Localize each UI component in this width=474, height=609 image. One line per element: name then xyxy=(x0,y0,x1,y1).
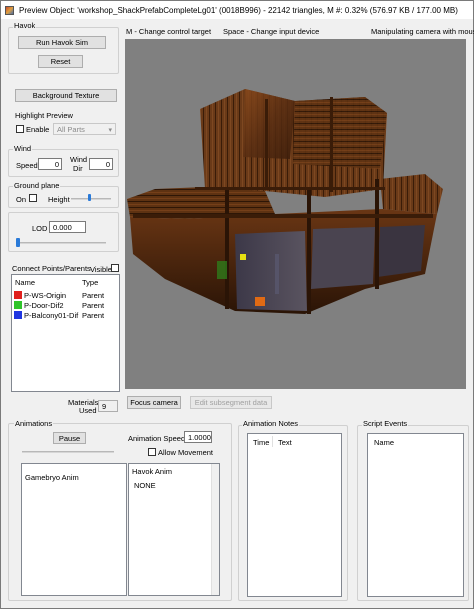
column-header-text[interactable]: Text xyxy=(278,438,292,447)
chevron-down-icon: ▾ xyxy=(108,127,112,134)
lod-input[interactable]: 0.000 xyxy=(49,221,86,233)
highlight-parts-value: All Parts xyxy=(57,124,85,134)
connect-visible-label: Visible xyxy=(90,265,112,274)
connect-row-1[interactable]: P-Door-Dif2 Parent xyxy=(14,301,118,311)
connect-visible-checkbox[interactable] xyxy=(111,264,119,272)
wind-speed-label: Speed xyxy=(16,161,38,170)
focus-camera-button[interactable]: Focus camera xyxy=(127,396,181,409)
animation-notes-label: Animation Notes xyxy=(242,419,300,428)
highlight-preview-label: Highlight Preview xyxy=(15,111,73,120)
header-divider xyxy=(272,436,273,447)
column-header-name[interactable]: Name xyxy=(15,278,35,287)
animation-speed-label: Animation Speed xyxy=(128,434,186,443)
connect-row-type: Parent xyxy=(82,291,105,300)
animations-label: Animations xyxy=(14,419,54,428)
column-header-time[interactable]: Time xyxy=(253,438,269,447)
gamebryo-anim-header: Gamebryo Anim xyxy=(25,473,79,482)
havok-anim-scrollbar[interactable] xyxy=(211,464,219,595)
highlight-parts-dropdown[interactable]: All Parts ▾ xyxy=(53,123,116,135)
lod-slider-thumb[interactable] xyxy=(16,238,20,247)
ground-height-slider-thumb[interactable] xyxy=(88,194,91,201)
wind-dir-input[interactable]: 0 xyxy=(89,158,113,170)
connect-points-label: Connect Points/Parents xyxy=(12,264,91,273)
allow-movement-label: Allow Movement xyxy=(158,448,214,457)
highlight-enable-label: Enable xyxy=(26,125,50,134)
background-texture-button[interactable]: Background Texture xyxy=(15,89,117,102)
color-swatch xyxy=(14,311,22,319)
wind-label: Wind xyxy=(13,144,33,153)
ground-on-checkbox[interactable] xyxy=(29,194,37,202)
lod-slider-track[interactable] xyxy=(16,242,106,244)
connect-points-list[interactable]: Name Type P-WS-Origin Parent P-Door-Dif2… xyxy=(11,274,120,392)
animation-speed-input[interactable]: 1.0000 xyxy=(184,431,212,443)
title-bar: Preview Object: 'workshop_ShackPrefabCom… xyxy=(1,1,473,19)
havok-anim-list[interactable]: Havok Anim NONE xyxy=(128,463,220,596)
reset-button[interactable]: Reset xyxy=(38,55,83,68)
pause-button[interactable]: Pause xyxy=(53,432,86,444)
lod-label: LOD xyxy=(32,224,48,233)
wind-dir-label-1: Wind xyxy=(70,155,88,164)
app-icon xyxy=(5,5,14,15)
connect-row-name: P-Balcony01-Dif xyxy=(24,311,79,320)
shack-model-render xyxy=(127,89,443,314)
ground-height-label: Height xyxy=(48,195,70,204)
column-header-type[interactable]: Type xyxy=(82,278,98,287)
gamebryo-anim-list[interactable]: Gamebryo Anim xyxy=(21,463,127,596)
color-swatch xyxy=(14,301,22,309)
run-havok-sim-button[interactable]: Run Havok Sim xyxy=(18,36,106,49)
connect-row-name: P-WS-Origin xyxy=(24,291,67,300)
connect-row-type: Parent xyxy=(82,311,105,320)
hint-camera-mode: Manipulating camera with mouse xyxy=(371,27,474,36)
animation-notes-list[interactable]: Time Text xyxy=(247,433,342,597)
connect-row-type: Parent xyxy=(82,301,105,310)
color-swatch xyxy=(14,291,22,299)
script-events-list[interactable]: Name xyxy=(367,433,464,597)
havok-anim-item[interactable]: NONE xyxy=(134,481,156,490)
preview-window: Preview Object: 'workshop_ShackPrefabCom… xyxy=(0,0,474,609)
column-header-name[interactable]: Name xyxy=(374,438,394,447)
wind-dir-label-2: Dir xyxy=(73,164,83,173)
ground-plane-label: Ground plane xyxy=(13,181,61,190)
connect-row-2[interactable]: P-Balcony01-Dif Parent xyxy=(14,311,118,321)
ground-on-label: On xyxy=(16,195,27,204)
hint-change-input: Space - Change input device xyxy=(223,27,320,36)
script-events-label: Script Events xyxy=(362,419,409,428)
materials-label-2: Used xyxy=(79,406,97,415)
havok-group-label: Havok xyxy=(13,21,37,30)
3d-viewport[interactable] xyxy=(125,39,466,389)
animation-time-slider-track[interactable] xyxy=(22,451,114,453)
window-title: Preview Object: 'workshop_ShackPrefabCom… xyxy=(19,5,458,15)
connect-row-name: P-Door-Dif2 xyxy=(24,301,64,310)
havok-anim-header: Havok Anim xyxy=(132,467,173,476)
ground-height-slider-track[interactable] xyxy=(71,198,111,200)
edit-subsegment-button: Edit subsegment data xyxy=(190,396,272,409)
materials-used-value: 9 xyxy=(98,400,118,412)
connect-row-0[interactable]: P-WS-Origin Parent xyxy=(14,291,118,301)
hint-change-control: M - Change control target xyxy=(126,27,212,36)
allow-movement-checkbox[interactable] xyxy=(148,448,156,456)
highlight-enable-checkbox[interactable] xyxy=(16,125,24,133)
wind-speed-input[interactable]: 0 xyxy=(38,158,62,170)
